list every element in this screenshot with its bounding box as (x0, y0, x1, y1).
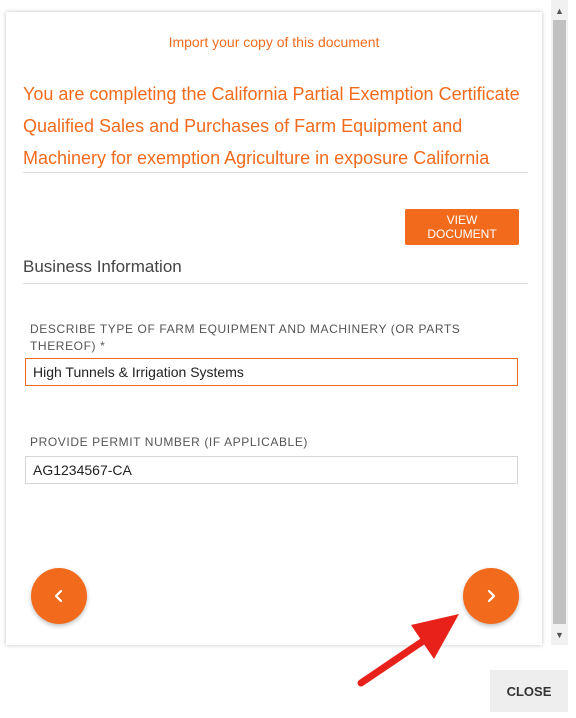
next-button[interactable] (463, 568, 519, 624)
permit-number-input[interactable] (25, 456, 518, 484)
equipment-type-input[interactable] (25, 358, 518, 386)
chevron-left-icon (54, 589, 63, 603)
chevron-right-icon (487, 589, 496, 603)
view-document-button[interactable]: VIEW DOCUMENT (405, 209, 519, 245)
section-title: Business Information (23, 257, 182, 276)
section-divider (23, 283, 528, 284)
import-document-link[interactable]: Import your copy of this document (6, 34, 542, 50)
scroll-thumb[interactable] (553, 20, 566, 624)
previous-button[interactable] (31, 568, 87, 624)
headline-divider (23, 172, 528, 173)
scroll-up-icon[interactable]: ▲ (551, 2, 568, 19)
certificate-modal: Import your copy of this document You ar… (6, 12, 542, 645)
vertical-scrollbar[interactable]: ▲ ▼ (551, 0, 568, 645)
scroll-down-icon[interactable]: ▼ (551, 626, 568, 643)
certificate-headline: You are completing the California Partia… (23, 84, 520, 168)
equipment-type-label: DESCRIBE TYPE OF FARM EQUIPMENT AND MACH… (30, 322, 461, 353)
red-arrow-icon (357, 614, 459, 687)
close-button[interactable]: CLOSE (490, 670, 568, 712)
permit-number-label: PROVIDE PERMIT NUMBER (IF APPLICABLE) (30, 435, 309, 449)
